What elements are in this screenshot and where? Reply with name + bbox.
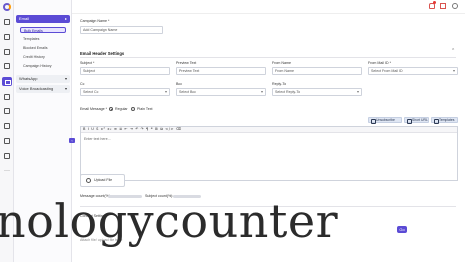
dashboard-icon[interactable] — [4, 19, 10, 25]
chevron-down-icon: ▾ — [64, 86, 67, 91]
automation-icon[interactable] — [4, 94, 10, 100]
email-group-label: Email — [19, 16, 30, 21]
preview-text-label: Preview Text — [176, 61, 197, 65]
gift-icon[interactable] — [440, 3, 446, 9]
email-message-label: Email Message * — [80, 107, 107, 111]
from-mail-select[interactable]: Select From Mail ID — [368, 67, 458, 75]
app-logo-icon[interactable] — [3, 3, 11, 11]
inbox-icon[interactable] — [4, 63, 10, 69]
preview-text-input[interactable]: Preview Text — [176, 67, 266, 75]
campaign-name-label: Campaign Name * — [80, 19, 110, 23]
top-bar — [72, 0, 465, 14]
settings-icon[interactable] — [4, 138, 10, 144]
watermark-text: nologycounter — [0, 194, 339, 248]
unsubscribe-button[interactable]: Unsubscribe — [368, 117, 402, 124]
voice-group-label: Voice Broadcasting — [19, 86, 54, 91]
more-menu-icon[interactable]: ··· — [4, 168, 10, 174]
plain-text-radio-label: Plain Text — [137, 107, 153, 111]
editor-toolbar[interactable]: B I U S x² x₂ ≡ ≣ ⇤ ⇥ ↶ ↷ ¶ ❝ ⊞ ⧉ </> ⌫ — [81, 127, 457, 133]
regular-radio[interactable] — [109, 107, 113, 111]
templates-button[interactable]: Templates — [431, 117, 458, 124]
voice-group-toggle[interactable]: Voice Broadcasting ▾ — [16, 85, 70, 93]
upload-file-button[interactable]: Upload File — [80, 174, 125, 187]
submenu-item-templates[interactable]: Templates — [20, 36, 66, 42]
message-editor[interactable]: B I U S x² x₂ ≡ ≣ ⇤ ⇥ ↶ ↷ ¶ ❝ ⊞ ⧉ </> ⌫ … — [80, 126, 458, 181]
section-divider — [80, 57, 456, 58]
cc-select[interactable]: Select Cc — [80, 88, 170, 96]
upload-file-label: Upload File — [94, 178, 113, 182]
campaign-name-input[interactable]: Add Campaign Name — [80, 26, 163, 34]
short-url-button[interactable]: Short URL — [404, 117, 429, 124]
campaign-icon[interactable] — [4, 49, 10, 55]
forms-icon[interactable] — [4, 108, 10, 114]
chevron-down-icon: ▾ — [64, 76, 67, 81]
expand-tab-icon[interactable]: ‹ — [69, 138, 75, 143]
email-group-toggle[interactable]: Email ▸ — [16, 15, 70, 23]
submenu-item-campaign-history[interactable]: Campaign History — [20, 63, 66, 69]
messaging-icon[interactable] — [2, 77, 12, 86]
editor-placeholder: Enter text here... — [84, 137, 111, 141]
from-name-input[interactable]: From Name — [272, 67, 362, 75]
cc-label: Cc — [80, 82, 85, 86]
submenu-item-credit-history[interactable]: Credit History — [20, 54, 66, 60]
bcc-select[interactable]: Select Bcc — [176, 88, 266, 96]
reply-to-label: Reply-To — [272, 82, 287, 86]
bcc-label: Bcc — [176, 82, 182, 86]
subject-input[interactable]: Subject — [80, 67, 170, 75]
reports-icon[interactable] — [4, 123, 10, 129]
chevron-right-icon: ▸ — [64, 16, 67, 21]
contacts-icon[interactable] — [4, 34, 10, 40]
from-mail-label: From Mail ID * — [368, 61, 391, 65]
submenu-item-bulk-emails[interactable]: Bulk Emails — [20, 27, 66, 33]
subject-label: Subject * — [80, 61, 95, 65]
reply-to-select[interactable]: Select Reply-To — [272, 88, 362, 96]
calendar-icon[interactable] — [4, 153, 10, 159]
submenu-item-blocked-emails[interactable]: Blocked Emails — [20, 45, 66, 51]
whatsapp-group-toggle[interactable]: WhatsApp ▾ — [16, 75, 70, 83]
user-avatar-icon[interactable] — [452, 3, 458, 9]
collapse-chevron-icon[interactable]: ⌃ — [451, 48, 455, 54]
from-name-label: From Name — [272, 61, 291, 65]
whatsapp-group-label: WhatsApp — [19, 76, 38, 81]
regular-radio-label: Regular — [115, 107, 128, 111]
notification-badge — [433, 1, 436, 4]
email-header-title: Email Header Settings — [80, 51, 125, 56]
plain-text-radio[interactable] — [131, 107, 135, 111]
upload-icon — [86, 178, 91, 183]
